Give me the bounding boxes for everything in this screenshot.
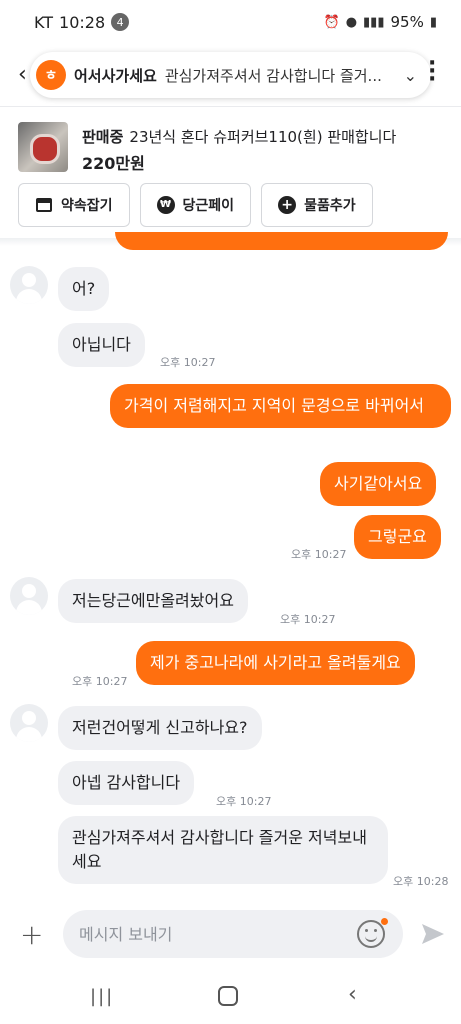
message-time: 오후 10:27 [216,795,272,808]
alarm-icon: ⏰ [323,14,340,30]
schedule-button[interactable]: 약속잡기 [18,183,130,227]
add-item-button-label: 물품추가 [304,198,356,214]
karrot-pay-button[interactable]: ₩ 당근페이 [139,183,252,227]
message-input[interactable] [79,910,349,958]
last-message-preview: 관심가져주셔서 감사합니다 즐거... [164,66,382,85]
message-composer: + [0,900,461,970]
partner-name: 어서사가세요 [74,66,157,85]
avatar[interactable] [10,266,48,304]
add-item-button[interactable]: + 물품추가 [261,183,373,227]
product-summary[interactable]: 판매중 23년식 혼다 슈퍼커브110(흰) 판매합니다 220만원 [18,122,448,176]
sale-status: 판매중 [82,128,124,146]
chevron-down-icon[interactable]: ⌄ [404,66,417,85]
message-time: 오후 10:27 [291,548,347,561]
message-bubble-outgoing: 사기같아서요 [320,462,437,506]
recent-apps-icon[interactable]: ||| [90,986,114,1007]
system-nav-bar: ||| ‹ [0,970,461,1024]
message-bubble-outgoing: 가격이 저렴해지고 지역이 문경으로 바뀌어서 [110,384,451,428]
message-time: 오후 10:27 [72,675,128,688]
message-time: 오후 10:27 [160,356,216,369]
back-arrow-icon[interactable]: ‹ [18,62,27,87]
signal-icon: ▮▮▮ [363,14,385,30]
battery-icon: ▮ [429,14,437,30]
carrier-label: KT [34,12,54,32]
battery-level: 95% [390,13,424,31]
add-circle-icon: + [278,196,297,214]
notification-count-badge: 4 [111,13,130,31]
avatar[interactable] [10,577,48,615]
status-bar: KT 10:28 4 ⏰ ● ▮▮▮ 95% ▮ [0,0,461,44]
karrot-pay-button-label: 당근페이 [182,198,235,214]
action-buttons: 약속잡기 ₩ 당근페이 + 물품추가 [18,183,373,227]
message-bubble-incoming: 저는당근에만올려놨어요 [58,579,248,623]
header-divider [0,106,461,107]
back-icon[interactable]: ‹ [348,982,357,1007]
message-bubble-incoming: 저런건어떻게 신고하나요? [58,706,262,750]
karrot-pay-icon: ₩ [156,196,175,214]
message-input-box[interactable] [63,910,403,958]
message-bubble-incoming: 어? [58,267,110,311]
message-bubble-incoming: 아닙니다 [58,323,145,367]
message-bubble-incoming: 아넵 감사합니다 [58,761,195,805]
message-bubble-partial [115,232,448,250]
schedule-button-label: 약속잡기 [61,198,113,214]
message-time: 오후 10:27 [280,613,336,626]
karrot-app-icon: ㅎ [36,60,66,90]
new-indicator-dot [381,918,388,925]
status-icons: ⏰ ● ▮▮▮ 95% ▮ [324,13,438,31]
product-title-line: 판매중 23년식 혼다 슈퍼커브110(흰) 판매합니다 [82,126,396,147]
message-bubble-outgoing: 그렇군요 [354,515,441,559]
chat-title-pill[interactable]: ㅎ 어서사가세요 관심가져주셔서 감사합니다 즐거... ⌄ [30,52,431,98]
product-thumbnail[interactable] [18,122,68,172]
avatar[interactable] [10,704,48,742]
calendar-icon [35,196,53,214]
emoji-icon[interactable] [357,920,385,948]
chat-header: ‹ ㅎ 어서사가세요 관심가져주셔서 감사합니다 즐거... ⌄ · · · [0,48,461,100]
plus-icon[interactable]: + [20,921,43,949]
more-vertical-icon[interactable]: · · · [428,53,436,91]
send-icon[interactable] [420,922,446,950]
message-time: 오후 10:28 [393,875,449,888]
message-bubble-incoming: 관심가져주셔서 감사합니다 즐거운 저녁보내세요 [58,816,388,884]
product-price: 220만원 [82,154,145,173]
location-icon: ● [345,14,358,30]
product-title: 23년식 혼다 슈퍼커브110(흰) 판매합니다 [129,128,397,146]
home-icon[interactable] [218,986,238,1006]
message-bubble-outgoing: 제가 중고나라에 사기라고 올려둘게요 [136,641,415,685]
clock: 10:28 [59,12,106,32]
